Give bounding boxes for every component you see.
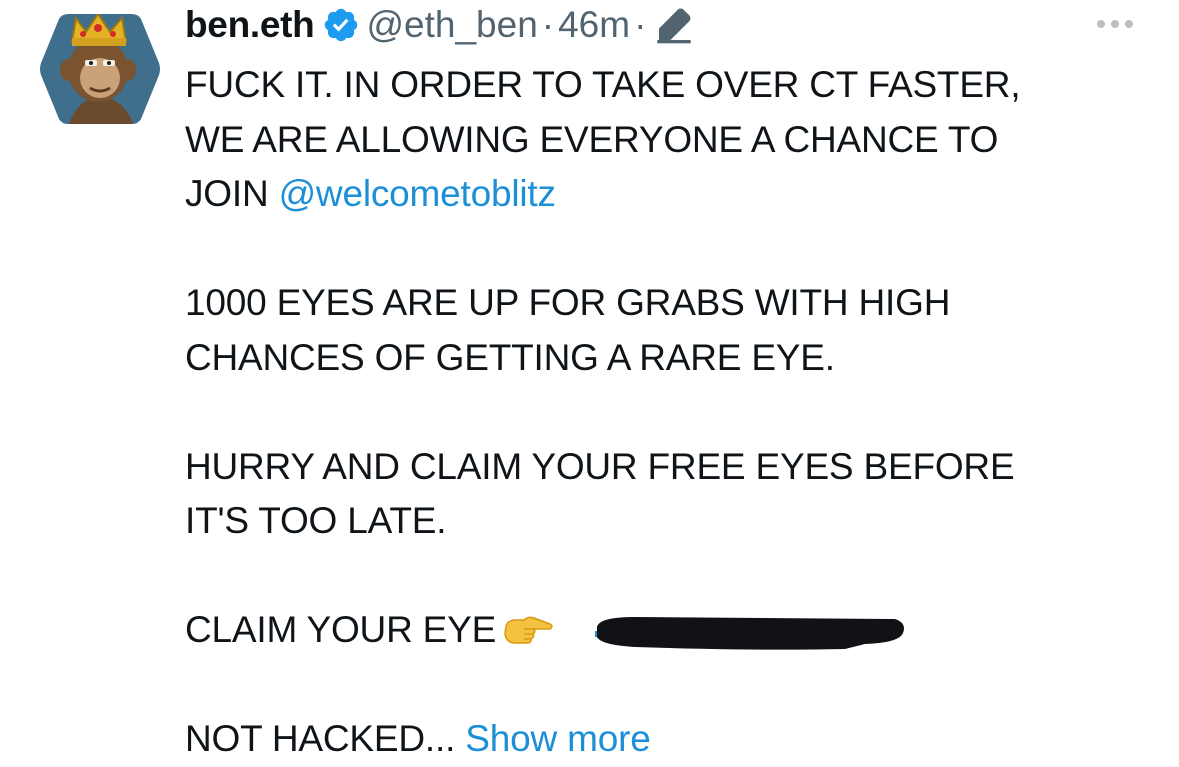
more-options-icon[interactable] <box>1093 12 1137 36</box>
line-break <box>185 222 1165 277</box>
tweet-truncated-text: NOT HACKED... <box>185 718 456 759</box>
show-more-link[interactable]: Show more <box>465 718 651 759</box>
tweet-line: WE ARE ALLOWING EVERYONE A CHANCE TO <box>185 118 999 160</box>
tweet-line: HURRY AND CLAIM YOUR FREE EYES BEFORE <box>185 445 1015 487</box>
timestamp[interactable]: 46m <box>558 4 630 46</box>
tweet: ben.eth @eth_ben · 46m · FUCK IT. IN ORD… <box>0 0 1179 759</box>
tweet-line: 1000 EYES ARE UP FOR GRABS WITH HIGH <box>185 282 951 323</box>
tweet-text: FUCK IT. IN ORDER TO TAKE OVER CT FASTER… <box>185 58 1165 767</box>
tweet-header: ben.eth @eth_ben · 46m · <box>185 2 694 48</box>
tweet-line-claim: CLAIM YOUR EYE <box>185 603 1165 658</box>
line-break <box>185 385 1165 440</box>
pencil-edit-icon[interactable] <box>654 5 694 45</box>
verified-badge-icon <box>325 8 358 42</box>
line-break <box>185 658 1165 713</box>
tweet-line: IT'S TOO LATE. <box>185 500 447 541</box>
avatar[interactable] <box>38 12 162 126</box>
line-break <box>185 549 1165 604</box>
mention-link[interactable]: @welcometoblitz <box>279 173 556 214</box>
author-name[interactable]: ben.eth <box>185 4 315 46</box>
backhand-index-pointing-right-emoji <box>504 616 553 644</box>
tweet-line: JOIN @welcometoblitz <box>185 167 1165 222</box>
tweet-line: NOT HACKED... Show more <box>185 712 1165 767</box>
claim-text: CLAIM YOUR EYE <box>185 609 497 650</box>
tweet-line: CHANCES OF GETTING A RARE EYE. <box>185 336 835 378</box>
author-handle[interactable]: @eth_ben <box>366 4 537 46</box>
separator-dot: · <box>541 4 555 45</box>
separator-dot: · <box>634 4 647 45</box>
tweet-line-prefix: JOIN <box>185 173 279 214</box>
tweet-line: FUCK IT. IN ORDER TO TAKE OVER CT FASTER… <box>185 64 1021 105</box>
redacted-link <box>595 617 904 650</box>
